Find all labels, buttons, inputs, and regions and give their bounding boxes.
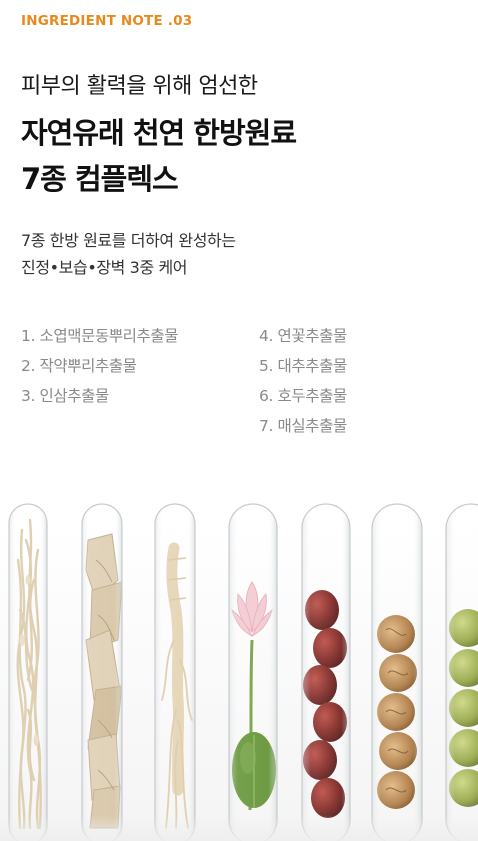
- lotus-tube: [228, 503, 278, 841]
- ingredient-item-4: 4. 연꽃추출물: [259, 327, 347, 345]
- page-title-line-2: 7종 컴플렉스: [21, 162, 179, 196]
- ingredient-note-page: INGREDIENT NOTE .03 피부의 활력을 위해 엄선한 자연유래 …: [0, 0, 478, 841]
- test-tubes-image: [8, 503, 478, 841]
- ingredient-note-label: INGREDIENT NOTE .03: [21, 13, 193, 29]
- ophiopogon-root-tube: [8, 503, 48, 841]
- page-subtitle: 피부의 활력을 위해 엄선한: [21, 74, 258, 99]
- description-line-1: 7종 한방 원료를 더하여 완성하는: [21, 231, 236, 250]
- ingredient-item-2: 2. 작약뿌리추출물: [21, 357, 137, 375]
- page-title-line-1: 자연유래 천연 한방원료: [21, 116, 297, 150]
- description-line-2: 진정•보습•장벽 3중 케어: [21, 258, 188, 277]
- ginseng-tube: [154, 503, 196, 841]
- ingredient-item-3: 3. 인삼추출물: [21, 387, 109, 405]
- peony-root-slices-tube: [81, 503, 123, 841]
- jujube-tube: [301, 503, 351, 841]
- ingredient-item-5: 5. 대추추출물: [259, 357, 347, 375]
- ingredient-item-1: 1. 소엽맥문동뿌리추출물: [21, 327, 179, 345]
- ingredient-item-7: 7. 매실추출물: [259, 417, 347, 435]
- walnut-tube: [371, 503, 423, 841]
- floor-reflection: [0, 815, 478, 841]
- plum-tube: [445, 503, 478, 841]
- ingredient-item-6: 6. 호두추출물: [259, 387, 347, 405]
